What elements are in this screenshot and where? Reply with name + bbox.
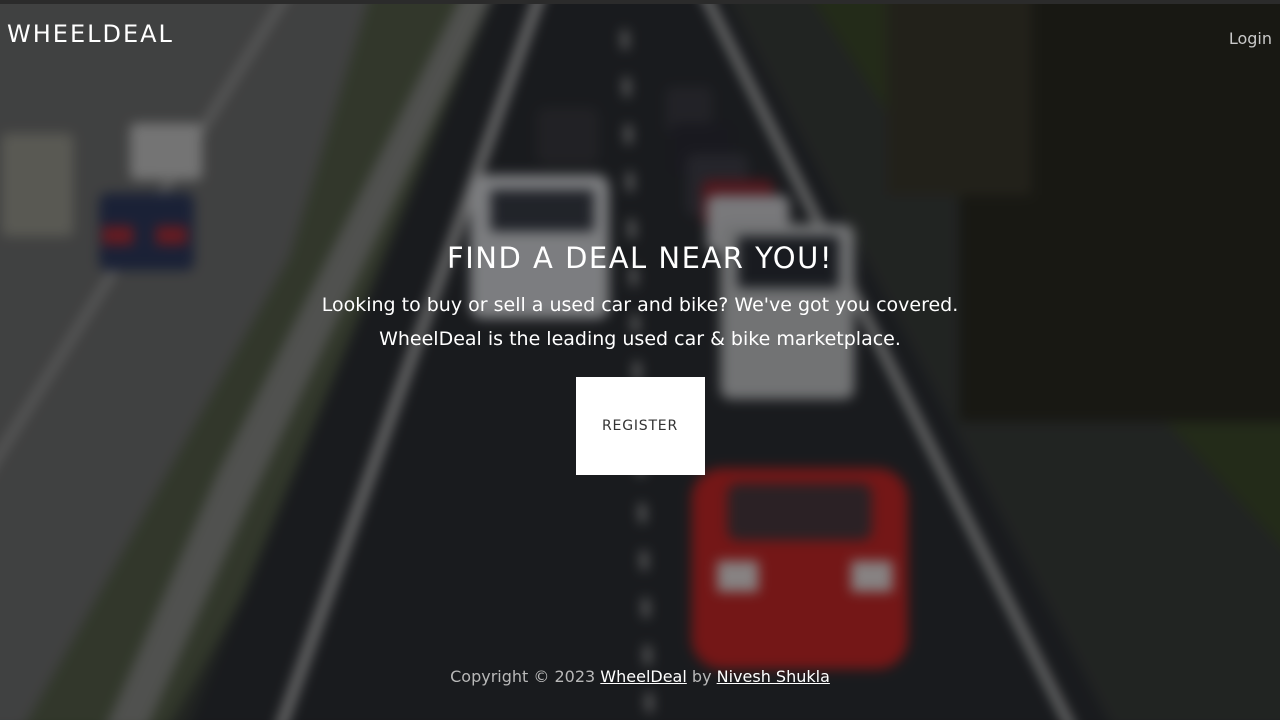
landing-page: WHEELDEAL Login FIND A DEAL NEAR YOU! Lo… <box>0 0 1280 720</box>
browser-top-strip <box>0 0 1280 4</box>
brand-logo[interactable]: WHEELDEAL <box>7 20 174 48</box>
footer-by-text: by <box>691 667 712 686</box>
hero-title: FIND A DEAL NEAR YOU! <box>447 241 833 275</box>
footer-author-link[interactable]: Nivesh Shukla <box>717 667 830 686</box>
register-button[interactable]: REGISTER <box>575 377 705 475</box>
footer-site-link[interactable]: WheelDeal <box>600 667 687 686</box>
hero-lead-line-2: WheelDeal is the leading used car & bike… <box>379 328 901 350</box>
hero-lead: Looking to buy or sell a used car and bi… <box>0 288 1280 356</box>
hero-lead-line-1: Looking to buy or sell a used car and bi… <box>321 294 959 316</box>
login-link[interactable]: Login <box>1229 29 1272 48</box>
footer: Copyright © 2023 WheelDeal by Nivesh Shu… <box>0 667 1280 686</box>
hero-section: FIND A DEAL NEAR YOU! Looking to buy or … <box>0 240 1280 475</box>
copyright-text: Copyright © 2023 <box>450 667 596 686</box>
